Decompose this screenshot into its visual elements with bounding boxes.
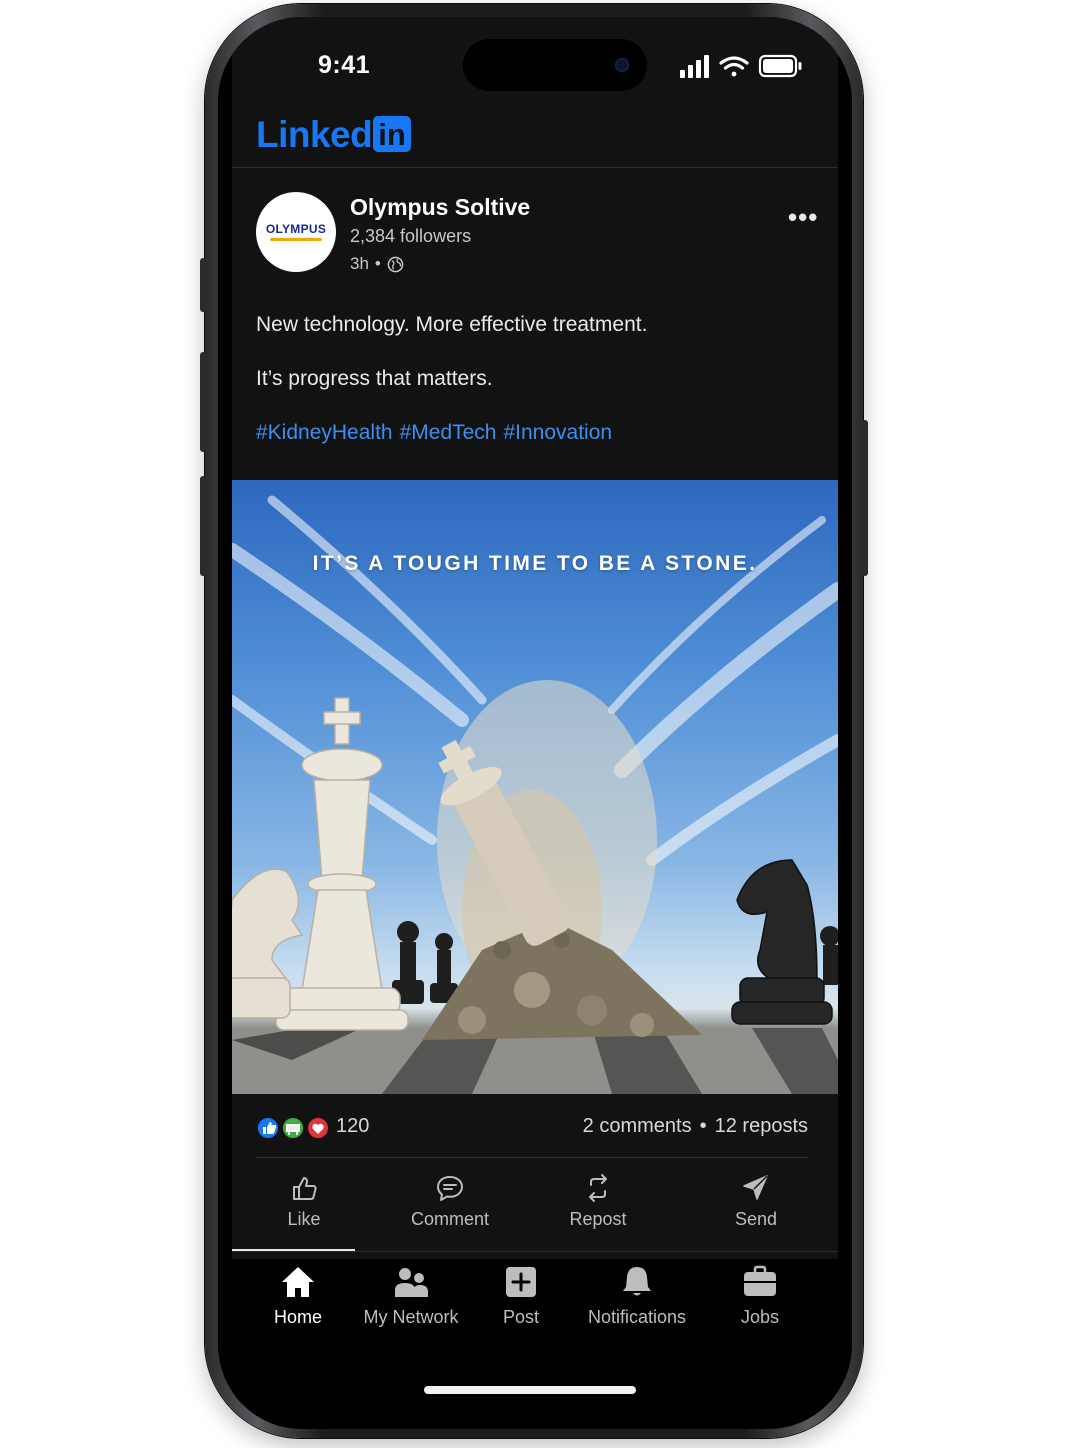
comments-reposts: 2 comments • 12 reposts <box>583 1115 808 1138</box>
phone-power-button <box>862 420 868 576</box>
thumbs-up-reaction-icon <box>256 1116 280 1140</box>
network-icon <box>395 1268 428 1297</box>
logo-word: Linked <box>256 114 373 155</box>
post-time: 3h <box>350 254 369 273</box>
dynamic-island <box>463 39 647 91</box>
globe-icon <box>387 256 404 272</box>
nav-notifications[interactable]: Notifications <box>582 1265 692 1328</box>
hashtag-row: #KidneyHealth #MedTech #Innovation <box>256 421 612 445</box>
thumbs-up-icon <box>293 1177 317 1200</box>
signal-icon <box>680 55 709 78</box>
hashtag-kidney-health[interactable]: #KidneyHealth <box>256 421 393 445</box>
nav-jobs-label: Jobs <box>740 1307 780 1327</box>
nav-my-network[interactable]: My Network <box>358 1265 464 1328</box>
phone-volume-down-button <box>200 476 206 576</box>
company-name[interactable]: Olympus Soltive <box>350 194 530 221</box>
post-action-bar: Like Comment Repost Send <box>232 1167 838 1249</box>
send-button[interactable]: Send <box>696 1167 816 1230</box>
follower-count: 2,384 followers <box>350 226 472 246</box>
phone-screen: 9:41 Linked in OLYMPUS Olympus Soltive 2… <box>218 17 852 1429</box>
phone-action-button <box>200 258 206 312</box>
nav-divider <box>232 1251 838 1252</box>
comments-count[interactable]: 2 comments <box>583 1115 692 1138</box>
nav-my-network-label: My Network <box>363 1307 459 1327</box>
like-button[interactable]: Like <box>244 1167 364 1230</box>
bottom-navigation: Home My Network Post Notifications Jobs <box>232 1257 838 1347</box>
nav-home-label: Home <box>273 1307 322 1327</box>
post-meta: 3h • <box>350 254 404 274</box>
avatar-logo-swoosh <box>270 238 322 241</box>
hashtag-medtech[interactable]: #MedTech <box>400 421 497 445</box>
app-header: Linked in <box>232 97 838 168</box>
meta-separator: • <box>374 254 381 273</box>
logo-in-box: in <box>373 116 411 152</box>
nav-notifications-label: Notifications <box>587 1307 687 1327</box>
stats-separator: • <box>699 1115 707 1137</box>
more-options-icon[interactable]: ••• <box>788 202 818 233</box>
hashtag-innovation[interactable]: #Innovation <box>503 421 612 445</box>
love-reaction-icon <box>306 1116 330 1140</box>
nav-post-label: Post <box>502 1307 540 1327</box>
avatar-logo-text: OLYMPUS <box>265 222 327 236</box>
send-icon <box>743 1175 768 1200</box>
comment-label: Comment <box>410 1209 490 1229</box>
briefcase-icon <box>744 1265 776 1296</box>
battery-icon <box>758 54 802 78</box>
repost-button[interactable]: Repost <box>538 1167 658 1230</box>
phone-volume-up-button <box>200 352 206 452</box>
black-knight <box>731 859 833 1025</box>
post-text-line-2: It’s progress that matters. <box>256 367 493 390</box>
home-icon <box>282 1267 314 1297</box>
nav-post[interactable]: Post <box>486 1265 556 1328</box>
bell-icon <box>623 1267 651 1296</box>
status-icons <box>680 54 802 78</box>
nav-jobs[interactable]: Jobs <box>722 1265 798 1328</box>
status-time: 9:41 <box>318 51 371 79</box>
stats-divider <box>256 1157 808 1158</box>
post-image[interactable]: IT’S A TOUGH TIME TO BE A STONE. <box>232 480 838 1094</box>
send-label: Send <box>734 1209 778 1229</box>
reaction-icons[interactable] <box>256 1115 332 1141</box>
reposts-count[interactable]: 12 reposts <box>715 1115 808 1138</box>
nav-home[interactable]: Home <box>256 1265 340 1328</box>
repost-label: Repost <box>569 1209 627 1229</box>
comment-button[interactable]: Comment <box>390 1167 510 1230</box>
comment-icon <box>437 1176 463 1201</box>
linkedin-app: 9:41 Linked in OLYMPUS Olympus Soltive 2… <box>232 17 838 1429</box>
post-text-line-1: New technology. More effective treatment… <box>256 313 648 336</box>
home-indicator[interactable] <box>424 1386 636 1394</box>
repost-icon <box>589 1174 607 1202</box>
plus-square-icon <box>506 1267 536 1297</box>
engagement-stats: 120 2 comments • 12 reposts <box>256 1113 808 1145</box>
image-headline: IT’S A TOUGH TIME TO BE A STONE. <box>312 552 758 575</box>
like-label: Like <box>287 1209 321 1229</box>
company-avatar[interactable]: OLYMPUS <box>256 192 336 272</box>
reaction-count[interactable]: 120 <box>336 1115 369 1138</box>
wifi-icon <box>719 56 749 77</box>
celebrate-reaction-icon <box>281 1116 305 1140</box>
front-camera <box>615 58 629 72</box>
